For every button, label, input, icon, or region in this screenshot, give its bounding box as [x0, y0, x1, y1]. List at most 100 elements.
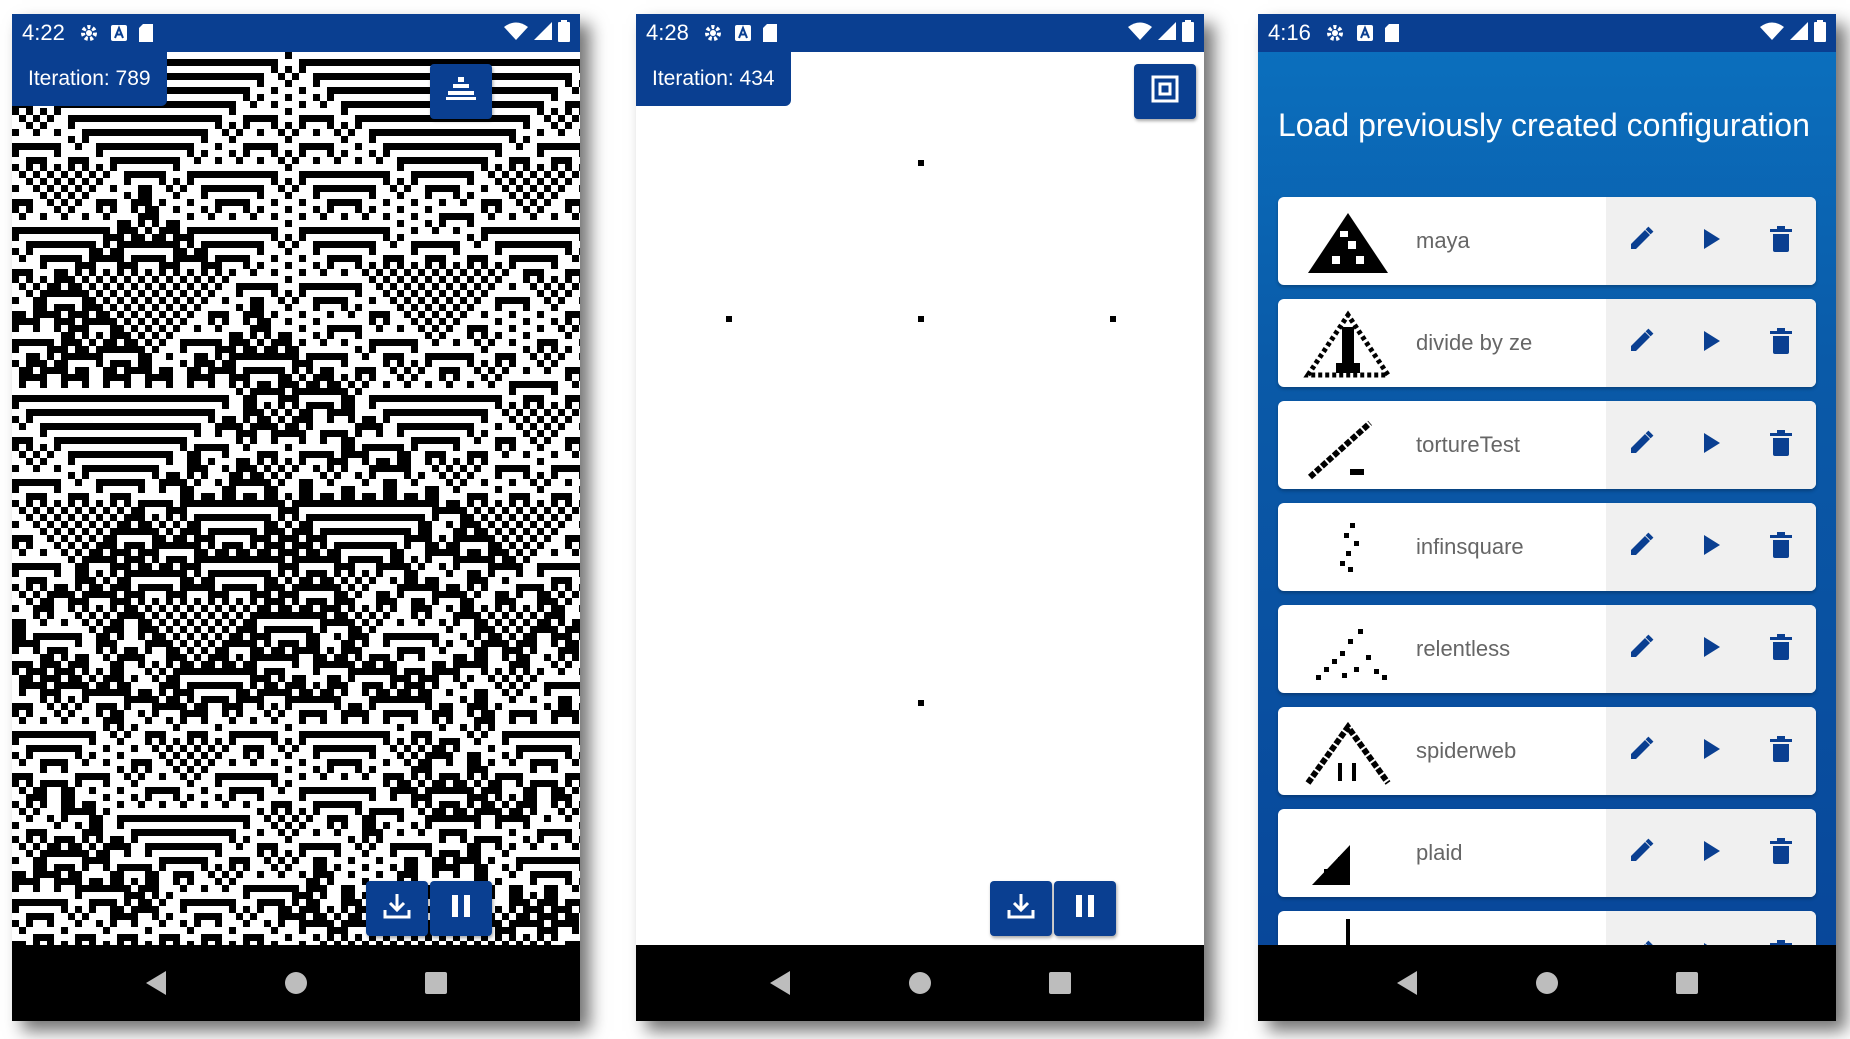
nested-square-button[interactable] — [1134, 64, 1196, 119]
config-name: tortureTest — [1416, 432, 1520, 457]
edit-button[interactable] — [1619, 933, 1663, 945]
battery-icon — [1182, 19, 1194, 47]
list-item[interactable]: spiderweb — [1278, 707, 1816, 795]
status-time: 4:28 — [646, 20, 689, 45]
pyramid-button[interactable] — [430, 64, 492, 119]
back-icon[interactable] — [134, 961, 178, 1005]
recents-icon[interactable] — [1038, 961, 1082, 1005]
delete-button[interactable] — [1759, 525, 1803, 569]
play-icon — [1701, 737, 1721, 766]
config-name: divide by ze — [1416, 330, 1533, 355]
iteration-counter: Iteration: 434 — [636, 52, 791, 106]
delete-button[interactable] — [1759, 933, 1803, 945]
wifi-icon — [1128, 22, 1152, 45]
battery-icon — [558, 19, 570, 47]
recents-icon[interactable] — [414, 961, 458, 1005]
iteration-counter: Iteration: 789 — [12, 52, 167, 106]
list-item[interactable]: tortureTest — [1278, 401, 1816, 489]
status-bar: 4:28 — [636, 14, 1204, 52]
back-icon[interactable] — [758, 961, 802, 1005]
play-button[interactable] — [1689, 423, 1733, 467]
keyboard-a-icon — [110, 25, 127, 41]
home-icon[interactable] — [1525, 961, 1569, 1005]
cell-grid — [12, 52, 580, 945]
phone-screen-2: 4:28 Iteration: 434 — [636, 14, 1204, 1021]
list-item[interactable]: divide by ze — [1278, 299, 1816, 387]
delete-button[interactable] — [1759, 831, 1803, 875]
play-button[interactable] — [1689, 933, 1733, 945]
list-item[interactable]: maya — [1278, 197, 1816, 285]
pause-button[interactable] — [1054, 881, 1116, 936]
config-thumbnail — [1288, 711, 1408, 791]
settings-icon — [1325, 23, 1345, 43]
delete-button[interactable] — [1759, 321, 1803, 365]
play-icon — [1701, 329, 1721, 358]
edit-button[interactable] — [1619, 219, 1663, 263]
config-thumbnail — [1288, 507, 1408, 587]
delete-button[interactable] — [1759, 729, 1803, 773]
list-item[interactable]: plaid — [1278, 809, 1816, 897]
pause-button[interactable] — [430, 881, 492, 936]
delete-icon — [1770, 837, 1792, 869]
home-icon[interactable] — [274, 961, 318, 1005]
automaton-cells — [726, 160, 1116, 706]
play-button[interactable] — [1689, 219, 1733, 263]
download-button[interactable] — [990, 881, 1052, 936]
list-item[interactable]: relentless — [1278, 605, 1816, 693]
navigation-bar — [1258, 945, 1836, 1021]
config-actions — [1606, 809, 1816, 897]
delete-icon — [1770, 225, 1792, 257]
back-icon[interactable] — [1385, 961, 1429, 1005]
page-title: Load previously created configuration — [1278, 107, 1810, 143]
delete-icon — [1770, 531, 1792, 563]
delete-button[interactable] — [1759, 219, 1803, 263]
play-button[interactable] — [1689, 321, 1733, 365]
edit-button[interactable] — [1619, 831, 1663, 875]
phone-screen-1: 4:22 Iteration: 789 — [12, 14, 580, 1021]
edit-button[interactable] — [1619, 423, 1663, 467]
home-icon[interactable] — [898, 961, 942, 1005]
edit-icon — [1627, 837, 1655, 870]
list-item[interactable]: simpl — [1278, 911, 1816, 945]
edit-button[interactable] — [1619, 525, 1663, 569]
config-name: maya — [1416, 228, 1470, 253]
download-icon — [382, 891, 412, 926]
config-thumbnail — [1288, 915, 1408, 945]
recents-icon[interactable] — [1665, 961, 1709, 1005]
status-bar: 4:22 — [12, 14, 580, 52]
play-button[interactable] — [1689, 627, 1733, 671]
cell-grid — [726, 160, 1116, 706]
config-thumbnail — [1288, 813, 1408, 893]
settings-icon — [703, 23, 723, 43]
delete-button[interactable] — [1759, 627, 1803, 671]
wifi-icon — [504, 22, 528, 45]
play-icon — [1701, 227, 1721, 256]
config-loader-panel: Load previously created configuration ma… — [1258, 52, 1836, 945]
edit-icon — [1627, 225, 1655, 258]
delete-icon — [1770, 327, 1792, 359]
play-button[interactable] — [1689, 831, 1733, 875]
automaton-canvas[interactable] — [636, 52, 1204, 945]
play-button[interactable] — [1689, 729, 1733, 773]
phone-screen-3: 4:16 Load previously created configurati… — [1258, 14, 1836, 1021]
delete-button[interactable] — [1759, 423, 1803, 467]
play-button[interactable] — [1689, 525, 1733, 569]
pause-icon — [1074, 894, 1096, 923]
signal-icon — [534, 21, 552, 45]
edit-button[interactable] — [1619, 627, 1663, 671]
config-thumbnail — [1288, 201, 1408, 281]
config-actions — [1606, 299, 1816, 387]
sd-card-icon — [1384, 24, 1399, 42]
edit-icon — [1627, 633, 1655, 666]
config-name: relentless — [1416, 636, 1511, 661]
automaton-canvas[interactable] — [12, 52, 580, 945]
automaton-cells — [12, 52, 580, 945]
navigation-bar — [12, 945, 580, 1021]
nested-square-icon — [1151, 75, 1179, 108]
status-bar: 4:16 — [1258, 14, 1836, 52]
play-icon — [1701, 839, 1721, 868]
edit-button[interactable] — [1619, 321, 1663, 365]
list-item[interactable]: infinsquare — [1278, 503, 1816, 591]
edit-button[interactable] — [1619, 729, 1663, 773]
download-button[interactable] — [366, 881, 428, 936]
